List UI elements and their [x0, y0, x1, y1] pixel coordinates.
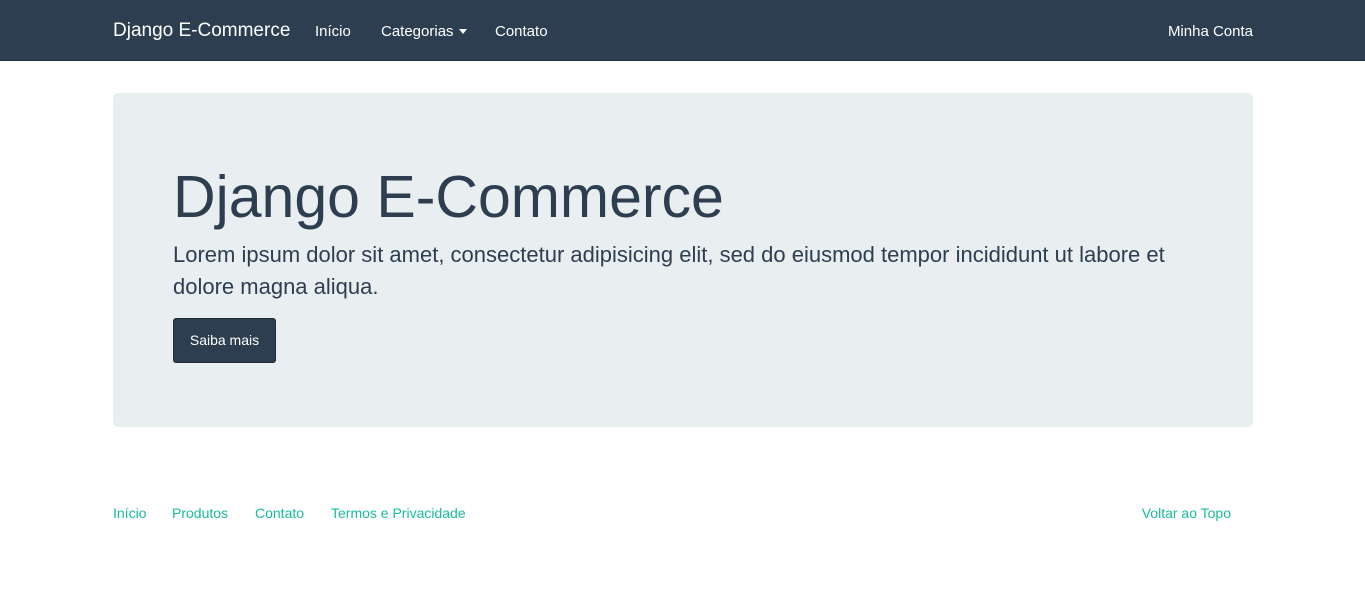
footer-link-inicio[interactable]: Início [113, 504, 146, 522]
nav-item-categorias-dropdown[interactable]: Categorias [381, 22, 467, 42]
hero-text: Lorem ipsum dolor sit amet, consectetur … [173, 242, 1165, 299]
caret-down-icon [458, 28, 467, 34]
back-to-top-link[interactable]: Voltar ao Topo [1142, 504, 1231, 522]
nav-item-contato[interactable]: Contato [495, 22, 548, 42]
nav-item-minha-conta[interactable]: Minha Conta [1168, 22, 1253, 42]
footer-link-produtos[interactable]: Produtos [172, 504, 228, 522]
hero-jumbotron: Django E-Commerce Lorem ipsum dolor sit … [113, 93, 1253, 427]
footer-link-contato[interactable]: Contato [255, 504, 304, 522]
top-navbar: Django E-Commerce Início Categorias Cont… [0, 0, 1365, 61]
brand-link[interactable]: Django E-Commerce [113, 19, 290, 43]
nav-item-categorias-label: Categorias [381, 23, 454, 40]
footer-link-termos[interactable]: Termos e Privacidade [331, 504, 466, 522]
nav-item-inicio[interactable]: Início [315, 22, 351, 42]
hero-title: Django E-Commerce [173, 164, 724, 230]
saiba-mais-button[interactable]: Saiba mais [173, 318, 276, 363]
